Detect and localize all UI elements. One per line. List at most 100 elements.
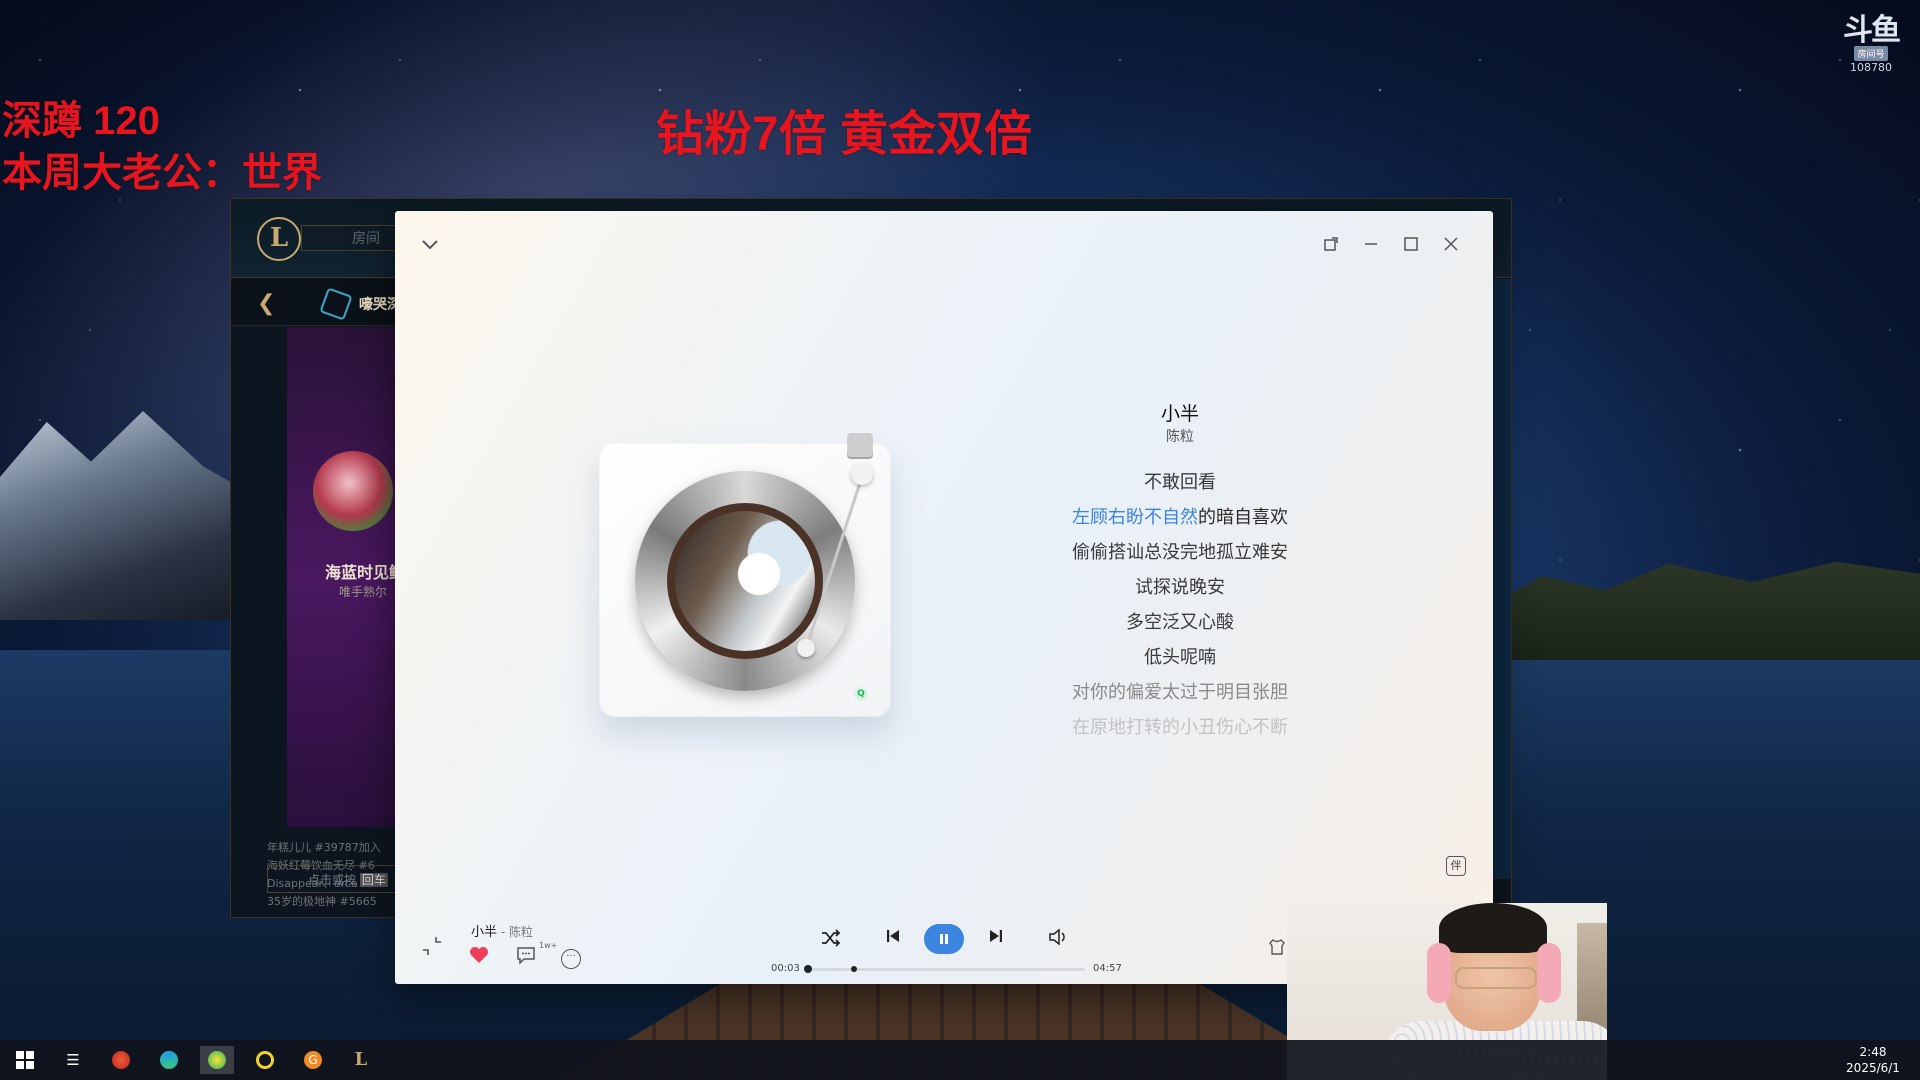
taskbar-edge[interactable] xyxy=(152,1046,186,1074)
start-button[interactable] xyxy=(8,1046,42,1074)
pause-button[interactable] xyxy=(924,924,964,954)
shuffle-button[interactable] xyxy=(818,927,844,953)
previous-button[interactable] xyxy=(880,927,906,953)
next-button[interactable] xyxy=(983,927,1009,953)
taskbar-lol[interactable]: L xyxy=(344,1046,378,1074)
lyric-line[interactable]: 对你的偏爱太过于明目张胆 xyxy=(980,675,1380,710)
now-playing-info[interactable]: 小半 - 陈粒 xyxy=(471,921,533,940)
lyric-line[interactable]: 多空泛又心酸 xyxy=(980,605,1380,640)
shuffle-icon xyxy=(822,929,841,947)
progress-marker xyxy=(851,966,857,972)
progress-bar[interactable] xyxy=(803,965,1085,973)
volume-button[interactable] xyxy=(1045,927,1071,953)
lyric-sung-part: 左顾右盼不自然 xyxy=(1072,507,1198,528)
song-artist[interactable]: 陈粒 xyxy=(1040,426,1320,446)
vinyl-disc xyxy=(635,471,855,691)
game-app-icon: G xyxy=(304,1051,322,1069)
lyric-line[interactable]: 试探说晚安 xyxy=(980,570,1380,605)
taskbar: ☰ G L 2:48 2025/6/1 xyxy=(0,1040,1920,1080)
taskbar-app-4[interactable] xyxy=(248,1046,282,1074)
chat-line: 年糕儿儿 #39787加入 xyxy=(267,841,381,854)
system-clock[interactable]: 2:48 2025/6/1 xyxy=(1830,1044,1916,1076)
player-name: 海蓝时见鲸 xyxy=(325,563,406,582)
volume-icon xyxy=(1049,928,1065,946)
overlay-promo: 钻粉7倍 黄金双倍 xyxy=(656,108,1033,161)
current-time: 00:03 xyxy=(771,963,800,974)
ring-app-icon xyxy=(256,1051,274,1069)
tonearm-head xyxy=(797,639,815,657)
room-badge: 房间号 xyxy=(1854,46,1888,61)
taskbar-app-1[interactable] xyxy=(104,1046,138,1074)
lyric-line[interactable]: 偷偷搭讪总没完地孤立难安 xyxy=(980,535,1380,570)
next-icon xyxy=(990,930,1002,942)
douyu-watermark: 斗鱼 房间号 108780 xyxy=(1842,13,1901,75)
skin-icon xyxy=(1269,939,1285,955)
back-arrow-icon[interactable]: ❮ xyxy=(257,291,275,316)
lol-icon: L xyxy=(354,1049,368,1070)
album-cover xyxy=(675,511,815,651)
maximize-icon xyxy=(1404,237,1418,251)
comment-button[interactable] xyxy=(515,945,539,967)
close-icon xyxy=(1444,237,1458,251)
mini-mode-icon xyxy=(1324,237,1338,251)
now-playing-artist: 陈粒 xyxy=(508,925,533,939)
overlay-squat-count: 深蹲 120 xyxy=(2,99,160,143)
maximize-button[interactable] xyxy=(1399,235,1423,259)
lol-logo[interactable]: L xyxy=(257,217,301,261)
shrink-icon xyxy=(423,937,441,955)
edge-icon xyxy=(160,1051,178,1069)
overlay-weekly-top: 本周大老公：世界 xyxy=(2,151,322,195)
song-title: 小半 xyxy=(1160,403,1199,425)
room-id: 108780 xyxy=(1850,61,1892,74)
player-avatar[interactable] xyxy=(313,451,393,531)
mini-mode-button[interactable] xyxy=(1319,235,1343,259)
glasses xyxy=(1455,967,1537,989)
lyric-line[interactable]: 不敢回看 xyxy=(980,465,1380,500)
more-button[interactable]: ··· xyxy=(561,949,581,969)
chat-line: 35岁的极地神 #5665 xyxy=(267,895,377,908)
disc-label xyxy=(667,503,823,659)
comment-count: 1w+ xyxy=(539,941,558,950)
comment-icon xyxy=(517,947,535,965)
clock-time: 2:48 xyxy=(1859,1045,1887,1059)
shrink-player-button[interactable] xyxy=(419,933,445,959)
chat-input-key: 回车 xyxy=(359,873,388,887)
tonearm-pivot xyxy=(851,463,873,485)
lyric-line[interactable]: … xyxy=(980,745,1380,780)
douyu-logo: 斗鱼 xyxy=(1843,13,1901,48)
lyric-line-active[interactable]: 左顾右盼不自然的暗自喜欢 xyxy=(980,500,1380,535)
accompaniment-button[interactable]: 伴 xyxy=(1446,856,1466,876)
like-button[interactable] xyxy=(469,945,489,969)
headset-left xyxy=(1427,943,1451,1003)
heart-icon xyxy=(470,947,488,963)
skin-button[interactable] xyxy=(1267,937,1287,957)
task-view-icon: ☰ xyxy=(66,1051,80,1069)
more-icon: ··· xyxy=(566,951,576,962)
task-view-button[interactable]: ☰ xyxy=(56,1046,90,1074)
taskbar-app-5[interactable]: G xyxy=(296,1046,330,1074)
player-subtitle: 唯手熟尔 xyxy=(339,585,388,599)
headset-right xyxy=(1537,943,1561,1003)
qq-music-icon xyxy=(208,1051,226,1069)
music-player-window: Q 小半 陈粒 不敢回看 左顾右盼不自然的暗自喜欢 偷偷搭讪总没完地孤立难安 试… xyxy=(395,211,1493,984)
lyrics-panel[interactable]: 不敢回看 左顾右盼不自然的暗自喜欢 偷偷搭讪总没完地孤立难安 试探说晚安 多空泛… xyxy=(980,465,1380,780)
collapse-player-button[interactable] xyxy=(417,233,443,259)
now-playing-title: 小半 xyxy=(471,925,498,940)
taskbar-qq-music[interactable] xyxy=(200,1046,234,1074)
minimize-icon xyxy=(1365,243,1377,245)
chat-input-placeholder: 点击或按 xyxy=(308,873,357,887)
prev-icon xyxy=(887,930,899,942)
turntable: Q xyxy=(599,433,891,717)
game-mode-icon xyxy=(319,287,353,321)
chevron-down-icon xyxy=(422,240,438,250)
qq-music-icon: Q xyxy=(854,687,868,701)
close-button[interactable] xyxy=(1439,235,1463,259)
lyric-unsung-part: 的暗自喜欢 xyxy=(1198,507,1288,528)
progress-knob[interactable] xyxy=(803,965,812,973)
lyric-line[interactable]: 低头呢喃 xyxy=(980,640,1380,675)
now-playing-separator: - xyxy=(497,925,509,939)
tonearm-base xyxy=(847,433,873,459)
minimize-button[interactable] xyxy=(1359,235,1383,259)
lyric-line[interactable]: 在原地打转的小丑伤心不断 xyxy=(980,710,1380,745)
windows-icon xyxy=(16,1051,34,1069)
